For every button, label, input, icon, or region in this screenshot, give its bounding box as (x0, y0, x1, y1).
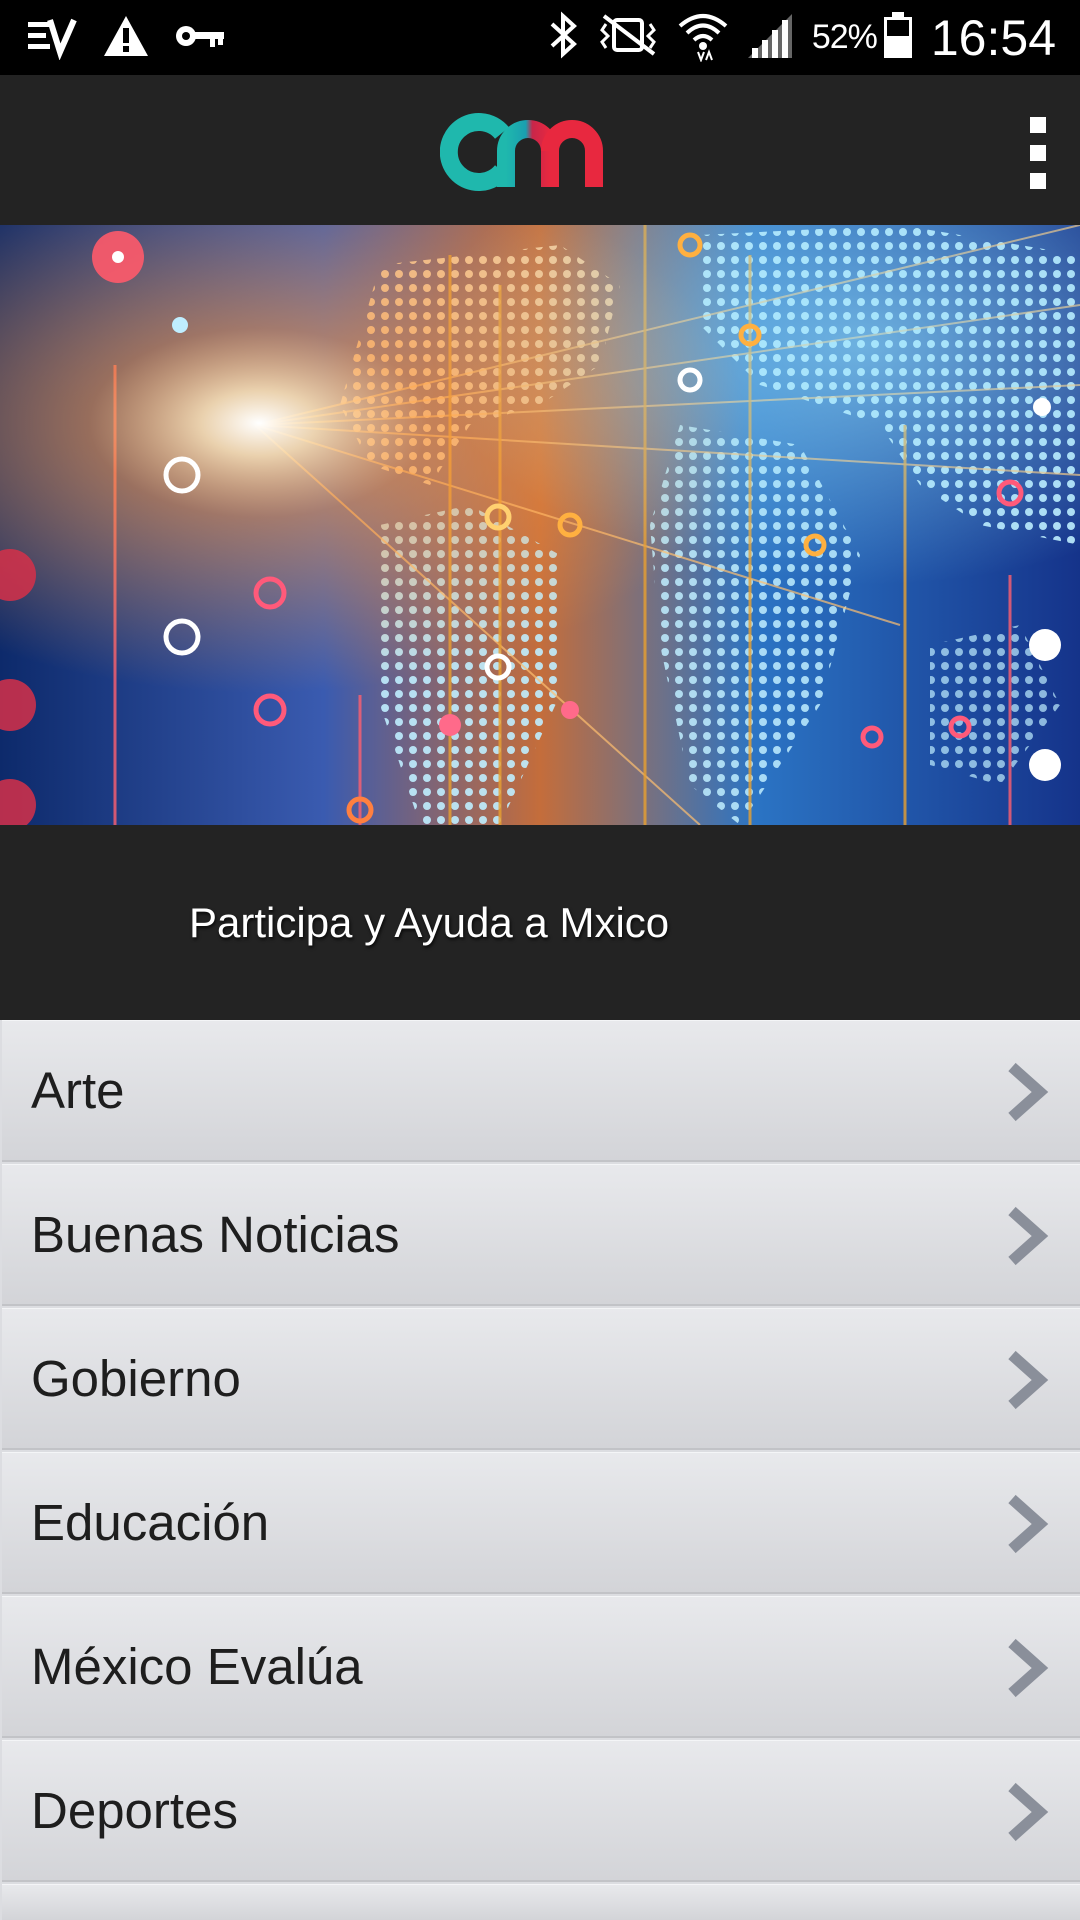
chevron-right-icon (1008, 1638, 1049, 1698)
chevron-right-icon (1008, 1782, 1049, 1842)
status-bar: 52% 16:54 (0, 0, 1080, 75)
key-icon (174, 16, 226, 61)
list-item-mexico-evalua[interactable]: México Evalúa (2, 1596, 1080, 1738)
app-bar (0, 75, 1080, 225)
hero-caption-text: Participa y Ayuda a Mxico (189, 899, 670, 946)
status-right-icons: 52% 16:54 (532, 0, 1056, 75)
wifi-icon (676, 8, 730, 67)
list-item-label: Arte (31, 1062, 125, 1119)
list-item-label: Gobierno (31, 1350, 241, 1407)
list-item-buenas-noticias[interactable]: Buenas Noticias (2, 1164, 1080, 1306)
list-item-deportes[interactable]: Deportes (2, 1740, 1080, 1882)
overflow-menu-icon[interactable] (1008, 103, 1068, 203)
list-item-educacion[interactable]: Educación (2, 1452, 1080, 1594)
status-left-icons (26, 12, 250, 65)
hero-caption: Participa y Ayuda a Mxico (0, 825, 1080, 1020)
chevron-right-icon (1008, 1494, 1049, 1554)
warning-icon (102, 14, 150, 63)
bluetooth-icon (546, 10, 580, 65)
list-item-label: Deportes (31, 1782, 238, 1839)
clock: 16:54 (930, 9, 1056, 66)
ev-icon (26, 12, 78, 65)
world-map-digital-banner (0, 225, 1080, 825)
list-item-arte[interactable]: Arte (2, 1020, 1080, 1162)
battery-percent: 52% (811, 18, 878, 56)
vibrate-icon (594, 12, 662, 63)
battery-icon (881, 10, 915, 65)
list-item-label: México Evalúa (31, 1638, 363, 1695)
chevron-right-icon (1008, 1350, 1049, 1410)
list-item-label: Educación (31, 1494, 270, 1551)
list-item-gobierno[interactable]: Gobierno (2, 1308, 1080, 1450)
cm-logo-icon[interactable] (439, 105, 626, 195)
list-item-partial[interactable] (2, 1884, 1080, 1920)
chevron-right-icon (1008, 1062, 1049, 1122)
hero-banner-image (0, 225, 1080, 825)
list-item-label: Buenas Noticias (31, 1206, 400, 1263)
chevron-right-icon (1008, 1206, 1049, 1266)
signal-icon (744, 10, 796, 65)
category-list: Arte Buenas Noticias Gobierno Educación … (0, 1020, 1080, 1920)
